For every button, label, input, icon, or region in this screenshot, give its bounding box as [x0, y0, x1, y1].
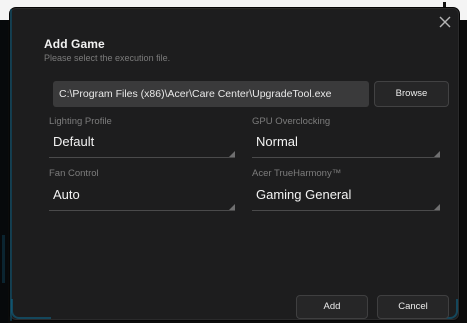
left-strip — [0, 20, 8, 323]
dropdown-corner-icon[interactable] — [434, 204, 440, 210]
close-button[interactable] — [438, 15, 452, 29]
dialog-subtitle: Please select the execution file. — [44, 53, 171, 63]
add-game-dialog: Add Game Please select the execution fil… — [10, 8, 459, 321]
true-harmony-value[interactable]: Gaming General — [256, 187, 351, 202]
dropdown-corner-icon[interactable] — [229, 204, 235, 210]
true-harmony-underline — [252, 210, 440, 211]
fan-control-label: Fan Control — [49, 168, 99, 179]
gpu-overclocking-label: GPU Overclocking — [252, 116, 331, 127]
app-stage: Add Game Please select the execution fil… — [0, 0, 467, 323]
lighting-profile-label: Lighting Profile — [49, 116, 112, 127]
browse-button[interactable]: Browse — [374, 81, 449, 107]
dropdown-corner-icon[interactable] — [434, 151, 440, 157]
dialog-corner-glow-left — [11, 299, 51, 319]
dialog-left-edge — [10, 9, 12, 321]
close-icon — [439, 16, 451, 28]
dropdown-corner-icon[interactable] — [229, 151, 235, 157]
gpu-overclocking-underline — [252, 157, 440, 158]
lighting-profile-underline — [49, 157, 235, 158]
cancel-button[interactable]: Cancel — [377, 295, 449, 319]
left-accent — [2, 235, 5, 283]
execution-path-field[interactable] — [53, 81, 369, 107]
fan-control-value[interactable]: Auto — [53, 187, 80, 202]
gpu-overclocking-value[interactable]: Normal — [256, 134, 298, 149]
execution-path-input[interactable] — [53, 81, 369, 107]
lighting-profile-value[interactable]: Default — [53, 134, 94, 149]
fan-control-underline — [49, 210, 235, 211]
true-harmony-label: Acer TrueHarmony™ — [252, 168, 342, 179]
add-button[interactable]: Add — [296, 295, 368, 319]
dialog-title: Add Game — [44, 37, 105, 51]
